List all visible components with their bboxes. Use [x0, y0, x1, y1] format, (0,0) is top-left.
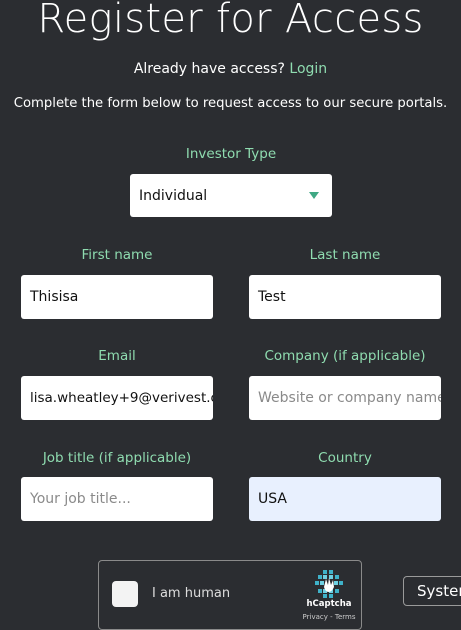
first-name-label: First name [81, 247, 153, 263]
company-input[interactable]: Website or company name... [249, 376, 441, 420]
login-link[interactable]: Login [289, 61, 327, 77]
job-title-label: Job title (if applicable) [42, 450, 192, 466]
captcha-checkbox[interactable] [112, 581, 138, 607]
email-input[interactable]: lisa.wheatley+9@verivest.com [21, 376, 213, 420]
captcha-widget: I am human hCaptcha Privacy - Terms [98, 560, 362, 630]
email-label: Email [98, 348, 136, 364]
first-name-input[interactable]: Thisisa [21, 275, 213, 319]
last-name-input[interactable]: Test [249, 275, 441, 319]
login-prompt-text: Already have access? [133, 61, 290, 77]
investor-type-label: Investor Type [185, 146, 277, 162]
investor-type-select[interactable]: Individual [130, 174, 332, 217]
captcha-label: I am human [152, 586, 231, 601]
company-label: Company (if applicable) [264, 348, 426, 364]
caret-down-icon [309, 192, 319, 199]
last-name-label: Last name [309, 247, 381, 263]
intro-text: Complete the form below to request acces… [13, 96, 448, 111]
system-button[interactable]: System [403, 576, 461, 606]
login-prompt: Already have access? Login [0, 61, 461, 77]
investor-type-value: Individual [139, 187, 208, 204]
job-title-input[interactable]: Your job title... [21, 477, 213, 521]
hcaptcha-brand: hCaptcha [306, 599, 352, 609]
country-input[interactable]: USA [249, 477, 441, 521]
hcaptcha-logo-icon [314, 569, 344, 599]
country-label: Country [318, 450, 372, 466]
hcaptcha-links[interactable]: Privacy - Terms [294, 613, 364, 621]
page-title: Register for Access [37, 0, 424, 42]
